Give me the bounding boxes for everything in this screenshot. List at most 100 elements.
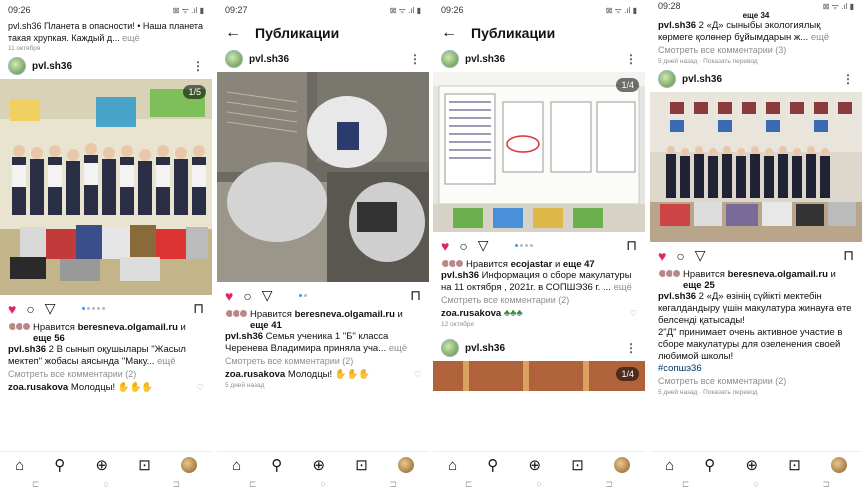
caption-username[interactable]: pvl.sh36 xyxy=(225,331,263,342)
recent-apps-icon[interactable]: ⊏ xyxy=(249,479,257,490)
post-photo[interactable]: 1/4 xyxy=(433,361,645,391)
system-home-icon[interactable]: ○ xyxy=(320,479,325,489)
more-link[interactable]: ещё xyxy=(122,33,139,43)
back-arrow-icon[interactable]: ← xyxy=(441,24,457,42)
view-all-comments[interactable]: Смотреть все комментарии (2) xyxy=(433,294,645,307)
system-back-icon[interactable]: ⊐ xyxy=(823,479,831,490)
caption-username[interactable]: pvl.sh36 xyxy=(8,344,46,355)
home-icon[interactable]: ⌂ xyxy=(665,457,674,474)
caption-username[interactable]: pvl.sh36 xyxy=(441,270,479,281)
bookmark-icon[interactable]: ⊓ xyxy=(193,300,204,317)
more-options-icon[interactable]: ⋮ xyxy=(192,59,204,73)
system-home-icon[interactable]: ○ xyxy=(103,479,108,489)
likes-count[interactable]: еще 25 xyxy=(683,280,715,291)
view-all-comments[interactable]: Смотреть все комментарии (2) xyxy=(650,375,862,388)
author-avatar[interactable] xyxy=(658,70,676,88)
like-heart-icon[interactable]: ♥ xyxy=(658,248,666,264)
more-options-icon[interactable]: ⋮ xyxy=(842,72,854,86)
home-icon[interactable]: ⌂ xyxy=(15,457,24,474)
share-icon[interactable]: ▽ xyxy=(695,247,706,264)
search-icon[interactable]: ⚲ xyxy=(704,456,715,474)
author-name[interactable]: pvl.sh36 xyxy=(465,343,505,354)
liker-username[interactable]: beresneva.olgamail.ru xyxy=(728,269,828,280)
comment-username[interactable]: zoa.rusakova xyxy=(8,382,68,393)
home-icon[interactable]: ⌂ xyxy=(448,457,457,474)
post-photo[interactable] xyxy=(650,92,862,242)
back-arrow-icon[interactable]: ← xyxy=(225,24,241,42)
post-photo[interactable]: 1/4 xyxy=(433,72,645,232)
more-link[interactable]: ещё xyxy=(157,356,175,367)
hashtag-link[interactable]: #сопшэ36 xyxy=(650,363,862,375)
author-avatar[interactable] xyxy=(8,57,26,75)
more-options-icon[interactable]: ⋮ xyxy=(625,52,637,66)
comment-like-icon[interactable]: ♡ xyxy=(414,370,421,379)
share-icon[interactable]: ▽ xyxy=(45,300,56,317)
add-icon[interactable]: ⊕ xyxy=(528,456,541,474)
view-all-comments[interactable]: Смотреть все комментарии (3) xyxy=(650,44,862,57)
view-all-comments[interactable]: Смотреть все комментарии (2) xyxy=(0,368,212,381)
shop-icon[interactable]: ⊡ xyxy=(355,456,368,474)
system-back-icon[interactable]: ⊐ xyxy=(606,479,614,490)
recent-apps-icon[interactable]: ⊏ xyxy=(465,479,473,490)
comment-username[interactable]: zoa.rusakova xyxy=(441,308,501,319)
like-heart-icon[interactable]: ♥ xyxy=(441,238,449,254)
system-back-icon[interactable]: ⊐ xyxy=(390,479,398,490)
view-all-comments[interactable]: Смотреть все комментарии (2) xyxy=(217,355,429,368)
liker-username[interactable]: beresneva.olgamail.ru xyxy=(78,322,178,333)
add-icon[interactable]: ⊕ xyxy=(312,456,325,474)
share-icon[interactable]: ▽ xyxy=(478,237,489,254)
more-options-icon[interactable]: ⋮ xyxy=(625,341,637,355)
like-heart-icon[interactable]: ♥ xyxy=(225,288,233,304)
profile-avatar[interactable] xyxy=(613,457,630,473)
post-photo[interactable] xyxy=(217,72,429,282)
search-icon[interactable]: ⚲ xyxy=(271,456,282,474)
like-heart-icon[interactable]: ♥ xyxy=(8,301,16,317)
bookmark-icon[interactable]: ⊓ xyxy=(410,287,421,304)
shop-icon[interactable]: ⊡ xyxy=(138,456,151,474)
comment-username[interactable]: zoa.rusakova xyxy=(225,369,285,380)
search-icon[interactable]: ⚲ xyxy=(487,456,498,474)
likes-row[interactable]: Нравится ecojastar и еще 47 xyxy=(433,259,645,270)
author-name[interactable]: pvl.sh36 xyxy=(32,61,72,72)
author-name[interactable]: pvl.sh36 xyxy=(249,54,289,65)
more-link[interactable]: ещё xyxy=(389,343,407,354)
likes-row[interactable]: Нравится beresneva.olgamail.ru и еще 25 xyxy=(650,269,862,291)
liker-username[interactable]: ecojastar xyxy=(511,259,553,270)
likes-count[interactable]: еще 56 xyxy=(33,333,65,344)
comment-icon[interactable]: ○ xyxy=(243,288,251,304)
comment-like-icon[interactable]: ♡ xyxy=(197,383,204,392)
author-avatar[interactable] xyxy=(441,339,459,357)
recent-apps-icon[interactable]: ⊏ xyxy=(32,479,40,490)
bookmark-icon[interactable]: ⊓ xyxy=(626,237,637,254)
recent-apps-icon[interactable]: ⊏ xyxy=(682,479,690,490)
more-options-icon[interactable]: ⋮ xyxy=(409,52,421,66)
bookmark-icon[interactable]: ⊓ xyxy=(843,247,854,264)
more-link[interactable]: ещё xyxy=(614,282,632,293)
author-name[interactable]: pvl.sh36 xyxy=(682,74,722,85)
likes-count[interactable]: еще 47 xyxy=(563,259,595,270)
caption-username[interactable]: pvl.sh36 xyxy=(658,20,696,31)
comment-icon[interactable]: ○ xyxy=(459,238,467,254)
profile-avatar[interactable] xyxy=(397,457,414,473)
liker-username[interactable]: beresneva.olgamail.ru xyxy=(295,309,395,320)
system-home-icon[interactable]: ○ xyxy=(753,479,758,489)
likes-row[interactable]: Нравится beresneva.olgamail.ru и еще 56 xyxy=(0,322,212,344)
profile-avatar[interactable] xyxy=(830,457,847,473)
shop-icon[interactable]: ⊡ xyxy=(788,456,801,474)
author-name[interactable]: pvl.sh36 xyxy=(465,54,505,65)
caption-username[interactable]: pvl.sh36 xyxy=(658,291,696,302)
add-icon[interactable]: ⊕ xyxy=(745,456,758,474)
comment-icon[interactable]: ○ xyxy=(26,301,34,317)
post-photo[interactable]: 1/5 xyxy=(0,79,212,295)
author-avatar[interactable] xyxy=(441,50,459,68)
system-home-icon[interactable]: ○ xyxy=(536,479,541,489)
likes-row[interactable]: Нравится beresneva.olgamail.ru и еще 41 xyxy=(217,309,429,331)
comment-like-icon[interactable]: ♡ xyxy=(630,309,637,318)
share-icon[interactable]: ▽ xyxy=(262,287,273,304)
more-link[interactable]: ещё xyxy=(811,32,829,43)
comment-icon[interactable]: ○ xyxy=(676,248,684,264)
search-icon[interactable]: ⚲ xyxy=(54,456,65,474)
author-avatar[interactable] xyxy=(225,50,243,68)
home-icon[interactable]: ⌂ xyxy=(232,457,241,474)
system-back-icon[interactable]: ⊐ xyxy=(173,479,181,490)
